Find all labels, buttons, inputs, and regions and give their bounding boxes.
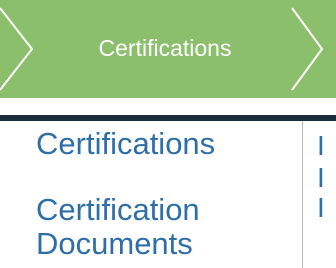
sidebar-nav: Certifications Certification Documents — [0, 121, 300, 268]
sidebar-item-label: Certification Documents — [36, 192, 200, 261]
clipped-text-fragment: I — [317, 162, 325, 193]
sidebar-item-certification-documents[interactable]: Certification Documents — [36, 193, 266, 261]
app-frame: Certifications Certifications Certificat… — [0, 0, 336, 268]
breadcrumb-step-certifications[interactable]: Certifications — [40, 30, 290, 66]
clipped-text-fragment: I — [317, 192, 325, 223]
breadcrumb-step-bar: Certifications — [0, 0, 336, 98]
header-spacer — [0, 98, 336, 115]
clipped-text-fragment: I — [317, 130, 325, 161]
main-content-clipped: I I I — [303, 121, 336, 268]
sidebar-item-certifications[interactable]: Certifications — [36, 127, 215, 161]
